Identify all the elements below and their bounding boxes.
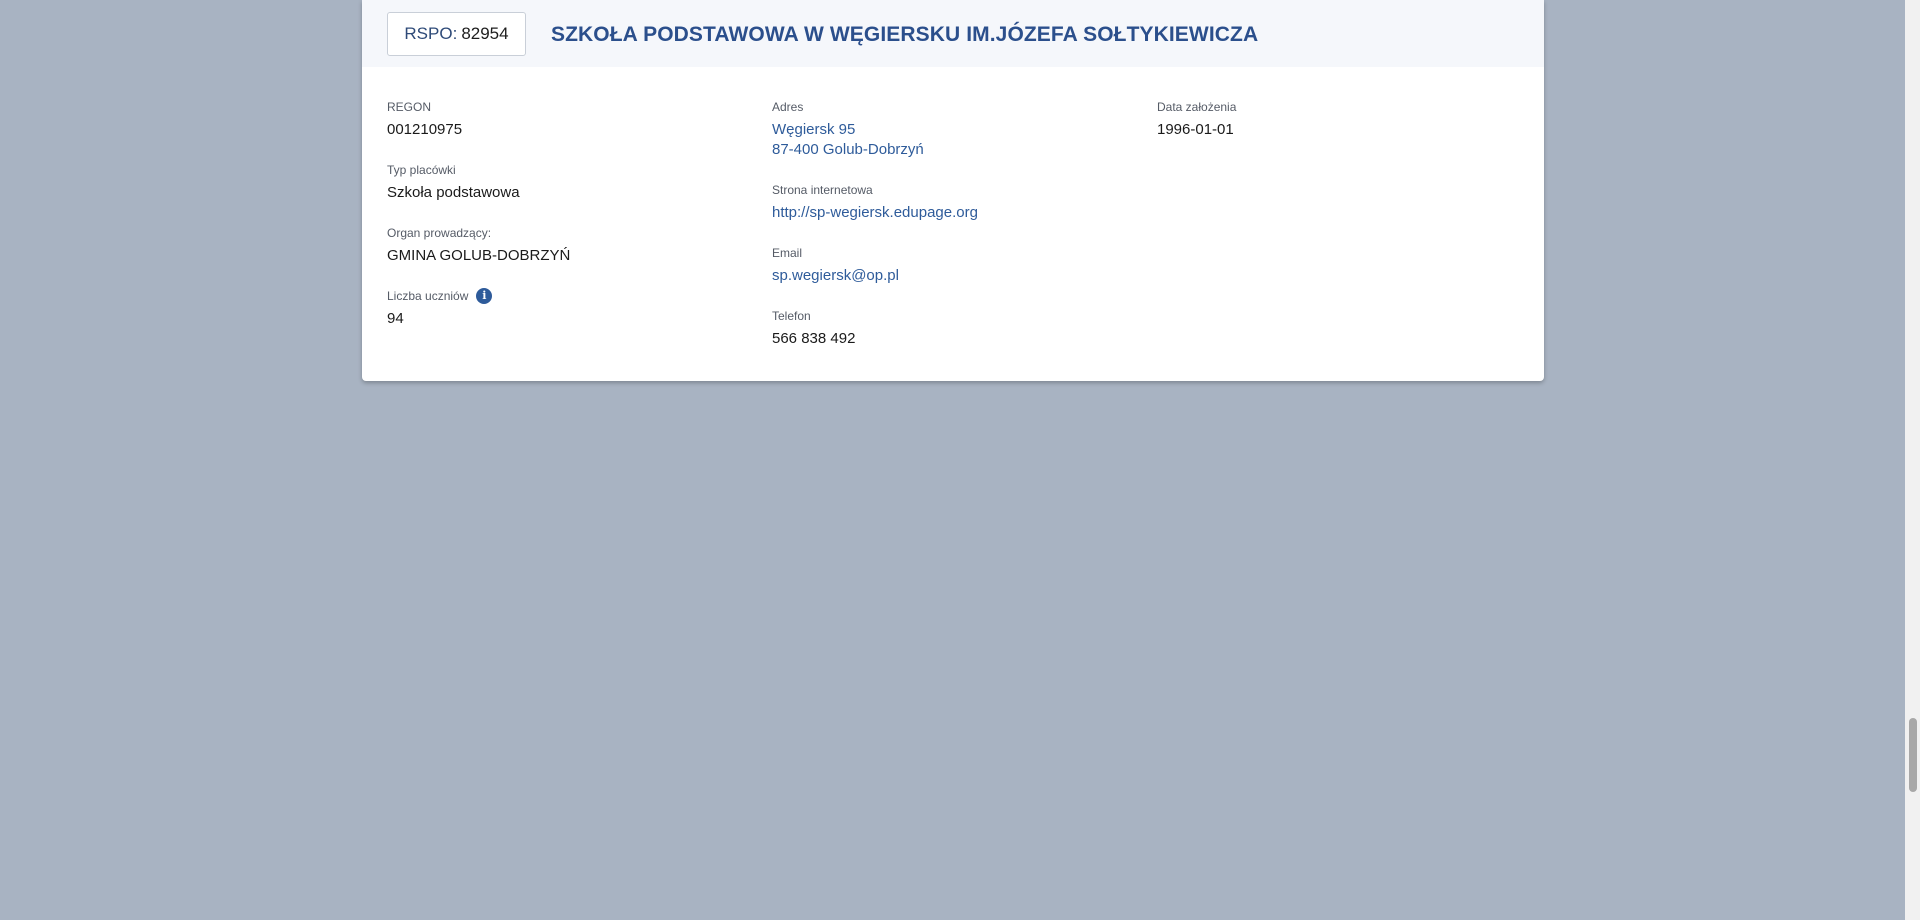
email-label: Email xyxy=(772,246,803,260)
info-icon[interactable]: i xyxy=(476,288,493,304)
page-scrollbar[interactable] xyxy=(1905,0,1920,920)
students-field: Liczba uczniów i 94 xyxy=(387,288,493,329)
website-label: Strona internetowa xyxy=(772,183,873,197)
school-name: SZKOŁA PODSTAWOWA W WĘGIERSKU IM.JÓZEFA … xyxy=(551,23,1259,46)
organ-label: Organ prowadzący: xyxy=(387,226,492,240)
organ-field: Organ prowadzący: GMINA GOLUB-DOBRZYŃ xyxy=(387,225,570,266)
students-label: Liczba uczniów xyxy=(387,289,469,303)
rspo-badge: RSPO: 82954 xyxy=(387,12,526,56)
phone-field: Telefon 566 838 492 xyxy=(772,308,855,349)
students-value: 94 xyxy=(387,310,404,327)
rspo-value: 82954 xyxy=(461,24,509,43)
website-link[interactable]: http://sp-wegiersk.edupage.org xyxy=(772,203,978,223)
type-field: Typ placówki Szkoła podstawowa xyxy=(387,162,520,203)
email-link[interactable]: sp.wegiersk@op.pl xyxy=(772,266,899,286)
scrollbar-thumb[interactable] xyxy=(1909,718,1917,792)
type-value: Szkoła podstawowa xyxy=(387,184,520,201)
phone-value: 566 838 492 xyxy=(772,330,856,347)
organ-value: GMINA GOLUB-DOBRZYŃ xyxy=(387,247,571,264)
address-link-line2[interactable]: 87-400 Golub-Dobrzyń xyxy=(772,140,924,160)
founded-label: Data założenia xyxy=(1157,100,1237,114)
founded-value: 1996-01-01 xyxy=(1157,121,1234,138)
founded-field: Data założenia 1996-01-01 xyxy=(1157,99,1236,140)
rspo-label: RSPO: xyxy=(404,24,458,43)
address-label: Adres xyxy=(772,100,804,114)
phone-label: Telefon xyxy=(772,309,811,323)
website-field: Strona internetowa http://sp-wegiersk.ed… xyxy=(772,182,978,223)
regon-field: REGON 001210975 xyxy=(387,99,462,140)
card-header: RSPO: 82954 SZKOŁA PODSTAWOWA W WĘGIERSK… xyxy=(362,0,1544,67)
regon-value: 001210975 xyxy=(387,121,463,138)
address-value: Węgiersk 95 87-400 Golub-Dobrzyń xyxy=(772,120,924,160)
email-field: Email sp.wegiersk@op.pl xyxy=(772,245,899,286)
students-label-row: Liczba uczniów i xyxy=(387,288,493,304)
school-card: RSPO: 82954 SZKOŁA PODSTAWOWA W WĘGIERSK… xyxy=(362,0,1544,381)
type-label: Typ placówki xyxy=(387,163,456,177)
address-field: Adres Węgiersk 95 87-400 Golub-Dobrzyń xyxy=(772,99,924,160)
regon-label: REGON xyxy=(387,100,432,114)
address-link-line1[interactable]: Węgiersk 95 xyxy=(772,120,924,140)
